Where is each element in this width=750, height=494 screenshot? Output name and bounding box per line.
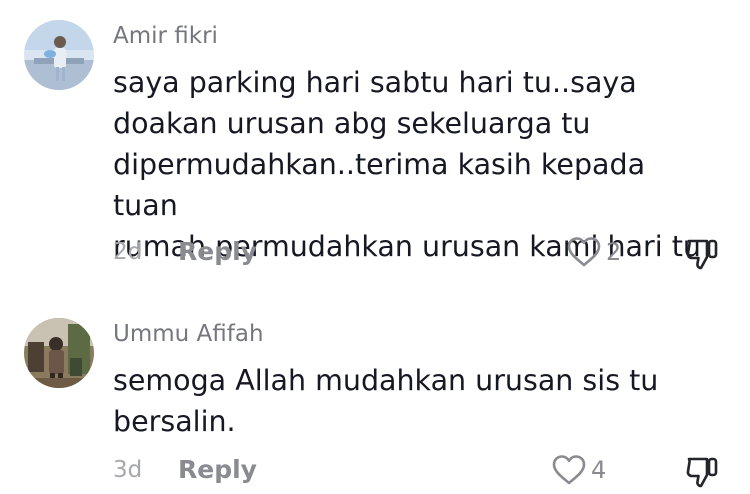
comment-text-line: dipermudahkan..terima kasih kepada tuan — [113, 148, 646, 222]
comment-text-line: saya parking hari sabtu hari tu..saya — [113, 66, 637, 99]
thumbs-down-icon — [686, 239, 718, 270]
like-button[interactable]: 4 — [552, 454, 606, 486]
dislike-button[interactable] — [684, 454, 720, 490]
like-count: 2 — [606, 238, 622, 266]
heart-outline-icon — [567, 237, 601, 267]
comment-timestamp: 3d — [113, 457, 143, 483]
comment-username[interactable]: Amir fikri — [113, 23, 218, 49]
dislike-button[interactable] — [684, 236, 720, 272]
comment-item: Amir fikri saya parking hari sabtu hari … — [0, 0, 750, 290]
avatar-image — [24, 20, 94, 90]
reply-button[interactable]: Reply — [178, 237, 257, 266]
comment-username[interactable]: Ummu Afifah — [113, 321, 264, 347]
thumbs-down-icon — [686, 457, 718, 488]
avatar-image — [24, 318, 94, 388]
avatar[interactable] — [24, 20, 94, 90]
avatar[interactable] — [24, 318, 94, 388]
comment-timestamp: 2d — [113, 239, 143, 265]
like-button[interactable]: 2 — [567, 236, 621, 268]
like-count: 4 — [591, 456, 607, 484]
comment-text-line: semoga Allah mudahkan urusan sis tu — [113, 364, 659, 397]
reply-button[interactable]: Reply — [178, 455, 257, 484]
comment-text-line: bersalin. — [113, 405, 236, 438]
comment-text: semoga Allah mudahkan urusan sis tu bers… — [113, 360, 713, 442]
comment-item: Ummu Afifah semoga Allah mudahkan urusan… — [0, 300, 750, 494]
heart-outline-icon — [552, 455, 586, 485]
comment-text-line: doakan urusan abg sekeluarga tu — [113, 107, 591, 140]
